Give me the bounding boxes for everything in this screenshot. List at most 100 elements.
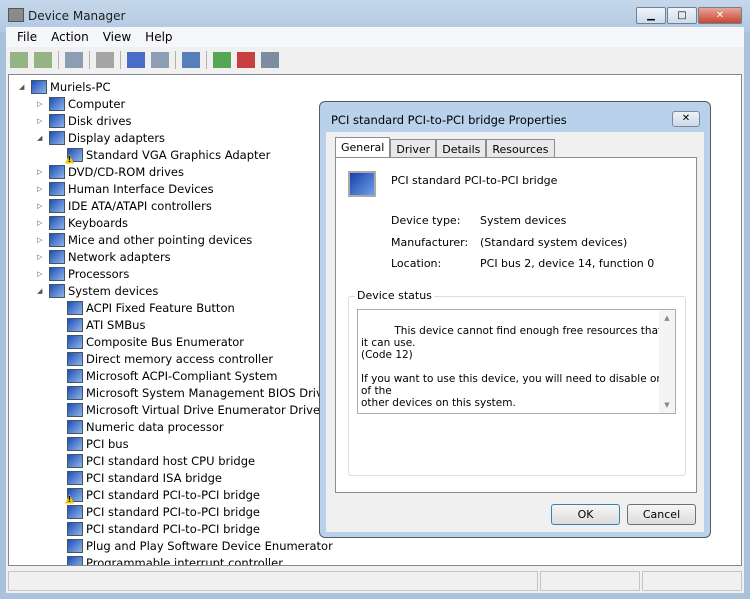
tree-item-label: PCI standard ISA bridge	[86, 470, 223, 485]
tree-item[interactable]: Direct memory access controller	[55, 350, 273, 367]
expander-icon[interactable]: ▷	[37, 168, 45, 176]
expander-icon[interactable]: ▷	[37, 219, 45, 227]
status-pane	[642, 571, 742, 591]
tree-item[interactable]: Numeric data processor	[55, 418, 224, 435]
scan-hardware-icon[interactable]	[182, 52, 200, 68]
status-pane	[8, 571, 538, 591]
tree-item-label: Disk drives	[68, 113, 132, 128]
tree-item[interactable]: Composite Bus Enumerator	[55, 333, 244, 350]
tree-item-label: Standard VGA Graphics Adapter	[86, 147, 271, 162]
expander-icon[interactable]: ▷	[37, 253, 45, 261]
tree-item[interactable]: PCI bus	[55, 435, 129, 452]
device-icon	[67, 453, 83, 468]
expander-icon[interactable]: ◢	[19, 83, 27, 91]
tree-item[interactable]: Microsoft Virtual Drive Enumerator Drive…	[55, 401, 325, 418]
menu-action[interactable]: Action	[44, 27, 96, 47]
tree-item-label: PCI standard PCI-to-PCI bridge	[86, 504, 260, 519]
properties-icon[interactable]	[96, 52, 114, 68]
tree-item[interactable]: PCI standard PCI-to-PCI bridge	[55, 486, 260, 503]
tree-item-label: System devices	[68, 283, 159, 298]
tree-item[interactable]: ◢ Muriels-PC	[19, 78, 111, 95]
tree-item-label: Microsoft ACPI-Compliant System	[86, 368, 278, 383]
manufacturer-value: (Standard system devices)	[480, 236, 628, 249]
expander-icon[interactable]: ▷	[37, 185, 45, 193]
help-icon[interactable]	[127, 52, 145, 68]
expander-icon[interactable]: ▷	[37, 202, 45, 210]
location-label: Location:	[391, 257, 442, 270]
uninstall-icon[interactable]	[237, 52, 255, 68]
tree-item[interactable]: ▷ Mice and other pointing devices	[37, 231, 252, 248]
device-icon	[67, 538, 83, 553]
expander-icon[interactable]: ▷	[37, 270, 45, 278]
device-icon	[49, 130, 65, 145]
tree-item[interactable]: ACPI Fixed Feature Button	[55, 299, 235, 316]
tree-item-label: PCI standard host CPU bridge	[86, 453, 256, 468]
tree-item[interactable]: PCI standard ISA bridge	[55, 469, 222, 486]
tab-details[interactable]: Details	[436, 139, 487, 159]
disable-icon[interactable]	[261, 52, 279, 68]
device-icon	[31, 79, 47, 94]
tree-item[interactable]: Microsoft ACPI-Compliant System	[55, 367, 278, 384]
tree-item[interactable]: Programmable interrupt controller	[55, 554, 283, 565]
tree-item-label: PCI standard PCI-to-PCI bridge	[86, 487, 260, 502]
tree-item-label: IDE ATA/ATAPI controllers	[68, 198, 212, 213]
forward-icon[interactable]	[34, 52, 52, 68]
expander-icon[interactable]: ◢	[37, 287, 45, 295]
action-pane-icon[interactable]	[151, 52, 169, 68]
menu-help[interactable]: Help	[138, 27, 179, 47]
tab-driver[interactable]: Driver	[390, 139, 437, 159]
minimize-button[interactable]: ▁	[636, 7, 666, 24]
maximize-button[interactable]: □	[667, 7, 697, 24]
tree-item[interactable]: ▷ Keyboards	[37, 214, 128, 231]
tree-item[interactable]: Standard VGA Graphics Adapter	[55, 146, 270, 163]
update-driver-icon[interactable]	[213, 52, 231, 68]
device-status-label: Device status	[355, 289, 434, 302]
toolbar	[6, 48, 744, 72]
tree-item[interactable]: Plug and Play Software Device Enumerator	[55, 537, 333, 554]
dialog-close-button[interactable]: ✕	[672, 111, 700, 127]
tree-item[interactable]: ▷ IDE ATA/ATAPI controllers	[37, 197, 212, 214]
close-button[interactable]: ✕	[698, 7, 742, 24]
tree-item[interactable]: ▷ Processors	[37, 265, 129, 282]
toolbar-separator	[120, 51, 121, 69]
device-status-textbox[interactable]: This device cannot find enough free reso…	[357, 309, 676, 414]
tree-item[interactable]: ◢ System devices	[37, 282, 158, 299]
tree-item[interactable]: PCI standard PCI-to-PCI bridge	[55, 503, 260, 520]
toolbar-separator	[89, 51, 90, 69]
tab-general[interactable]: General	[335, 137, 391, 159]
status-scrollbar[interactable]: ▲ ▼	[659, 310, 675, 413]
dialog-title: PCI standard PCI-to-PCI bridge Propertie…	[331, 113, 567, 127]
device-icon	[67, 317, 83, 332]
cancel-button[interactable]: Cancel	[627, 504, 696, 525]
device-type-label: Device type:	[391, 214, 461, 227]
tree-item[interactable]: ◢ Display adapters	[37, 129, 165, 146]
expander-icon[interactable]: ▷	[37, 100, 45, 108]
tree-item[interactable]: ▷ Human Interface Devices	[37, 180, 214, 197]
tab-resources[interactable]: Resources	[486, 139, 555, 159]
expander-icon[interactable]: ▷	[37, 236, 45, 244]
expander-icon[interactable]: ▷	[37, 117, 45, 125]
device-manager-icon	[8, 8, 24, 22]
menu-view[interactable]: View	[96, 27, 138, 47]
tree-item-label: ACPI Fixed Feature Button	[86, 300, 235, 315]
tree-item-label: Mice and other pointing devices	[68, 232, 253, 247]
tree-item[interactable]: ▷ Network adapters	[37, 248, 171, 265]
back-icon[interactable]	[10, 52, 28, 68]
menu-bar: File Action View Help	[6, 27, 744, 47]
tree-item[interactable]: ATI SMBus	[55, 316, 145, 333]
tree-item[interactable]: PCI standard host CPU bridge	[55, 452, 255, 469]
tree-item[interactable]: Microsoft System Management BIOS Driver	[55, 384, 335, 401]
tree-item-label: Computer	[68, 96, 126, 111]
expander-icon[interactable]: ◢	[37, 134, 45, 142]
ok-button[interactable]: OK	[551, 504, 620, 525]
device-icon	[49, 96, 65, 111]
device-icon	[348, 171, 376, 197]
menu-file[interactable]: File	[10, 27, 44, 47]
device-icon	[49, 266, 65, 281]
tree-item[interactable]: ▷ DVD/CD-ROM drives	[37, 163, 184, 180]
tree-item[interactable]: PCI standard PCI-to-PCI bridge	[55, 520, 260, 537]
tree-item-label: PCI standard PCI-to-PCI bridge	[86, 521, 260, 536]
console-tree-icon[interactable]	[65, 52, 83, 68]
tree-item[interactable]: ▷ Disk drives	[37, 112, 131, 129]
tree-item[interactable]: ▷ Computer	[37, 95, 125, 112]
